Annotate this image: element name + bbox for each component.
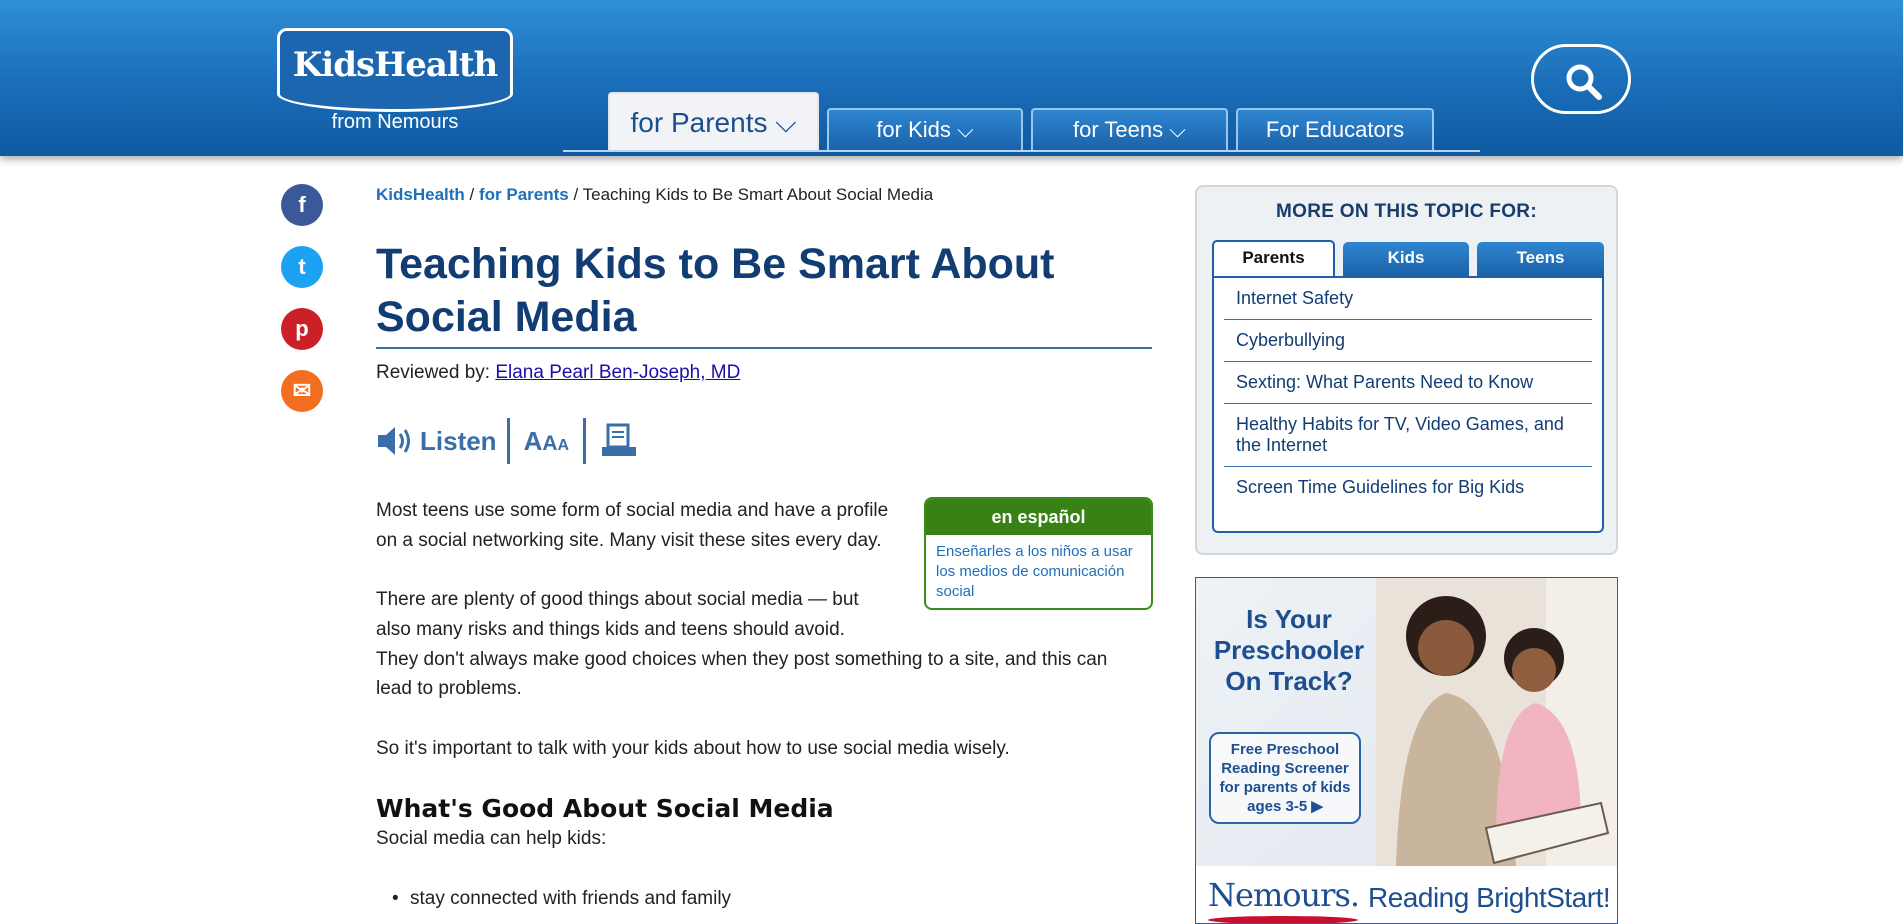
breadcrumb-sep: / (469, 185, 475, 204)
ad-footer: Nemours. Reading BrightStart! (1196, 866, 1617, 923)
reviewer-link[interactable]: Elana Pearl Ben-Joseph, MD (495, 362, 740, 383)
ad-headline: Is Your Preschooler On Track? (1213, 604, 1365, 696)
ad-badge[interactable]: Free Preschool Reading Screener for pare… (1209, 732, 1361, 824)
reviewed-label: Reviewed by: (376, 362, 491, 383)
topic-link[interactable]: Cyberbullying (1224, 320, 1592, 362)
espanol-box: en español Enseñarles a los niños a usar… (924, 497, 1153, 610)
nemours-swoosh (1208, 916, 1358, 923)
tab-for-educators[interactable]: For Educators (1236, 108, 1434, 150)
breadcrumb-sep: / (573, 185, 579, 204)
breadcrumb: KidsHealth / for Parents / Teaching Kids… (376, 185, 933, 205)
paragraph-line: They don't always make good choices when… (376, 649, 1108, 670)
topic-link[interactable]: Internet Safety (1224, 278, 1592, 320)
search-icon (1566, 64, 1602, 100)
espanol-link[interactable]: Enseñarles a los niños a usar los medios… (926, 535, 1151, 608)
tab-for-parents[interactable]: for Parents ⌵ (608, 92, 819, 150)
tool-divider (506, 418, 510, 464)
paragraph-line: Most teens use some form of social media… (376, 500, 889, 521)
print-icon[interactable] (600, 423, 638, 459)
topic-link[interactable]: Screen Time Guidelines for Big Kids (1224, 467, 1592, 508)
pinterest-icon[interactable]: p (281, 308, 323, 350)
tab-for-teens[interactable]: for Teens ⌵ (1031, 108, 1228, 150)
logo-subtitle: from Nemours (331, 111, 459, 133)
article-tools: Listen AAA (376, 416, 638, 466)
mother-child-reading-image (1376, 578, 1617, 866)
logo-text: KidsHealth (292, 45, 499, 85)
listen-button[interactable]: Listen (420, 426, 497, 457)
twitter-icon[interactable]: t (281, 246, 323, 288)
paragraph: Social media can help kids: (376, 828, 607, 849)
more-title: MORE ON THIS TOPIC FOR: (1276, 201, 1537, 222)
reviewed-by: Reviewed by: Elana Pearl Ben-Joseph, MD (376, 362, 740, 384)
sidebar-tab-parents[interactable]: Parents (1212, 240, 1335, 276)
email-icon[interactable]: ✉ (281, 370, 323, 412)
ad-tagline: Reading BrightStart! (1368, 882, 1611, 913)
site-header: KidsHealth from Nemours for Parents ⌵ fo… (0, 0, 1903, 156)
breadcrumb-current: Teaching Kids to Be Smart About Social M… (582, 185, 934, 204)
paragraph-line: on a social networking site. Many visit … (376, 530, 882, 551)
kidshealth-logo[interactable]: KidsHealth (277, 28, 513, 112)
nemours-logo: Nemours. (1208, 876, 1360, 914)
paragraph-line: lead to problems. (376, 678, 522, 699)
title-divider (376, 347, 1152, 349)
tab-for-kids[interactable]: for Kids ⌵ (827, 108, 1023, 150)
facebook-icon[interactable]: f (281, 184, 323, 226)
espanol-title: en español (926, 499, 1151, 535)
sidebar-tab-teens[interactable]: Teens (1477, 242, 1604, 276)
topic-link[interactable]: Healthy Habits for TV, Video Games, and … (1224, 404, 1592, 467)
sidebar-tab-kids[interactable]: Kids (1343, 242, 1469, 276)
breadcrumb-section[interactable]: for Parents (479, 185, 569, 204)
speaker-icon[interactable] (376, 424, 416, 458)
search-button[interactable] (1531, 44, 1631, 114)
tool-divider (583, 418, 587, 464)
section-heading: What's Good About Social Media (376, 794, 834, 823)
text-size-icon[interactable]: AAA (524, 426, 570, 457)
paragraph-line: There are plenty of good things about so… (376, 589, 859, 610)
topic-list: Internet Safety Cyberbullying Sexting: W… (1212, 276, 1604, 533)
breadcrumb-home[interactable]: KidsHealth (376, 185, 465, 204)
more-on-topic-panel: MORE ON THIS TOPIC FOR: Parents Kids Tee… (1195, 185, 1618, 555)
reading-brightstart-ad[interactable]: Is Your Preschooler On Track? Free Presc… (1195, 577, 1618, 924)
topic-link[interactable]: Sexting: What Parents Need to Know (1224, 362, 1592, 404)
list-item: stay connected with friends and family (392, 888, 731, 910)
page-title: Teaching Kids to Be Smart About Social M… (376, 240, 1055, 341)
paragraph: So it's important to talk with your kids… (376, 738, 1010, 759)
paragraph-line: also many risks and things kids and teen… (376, 619, 845, 640)
